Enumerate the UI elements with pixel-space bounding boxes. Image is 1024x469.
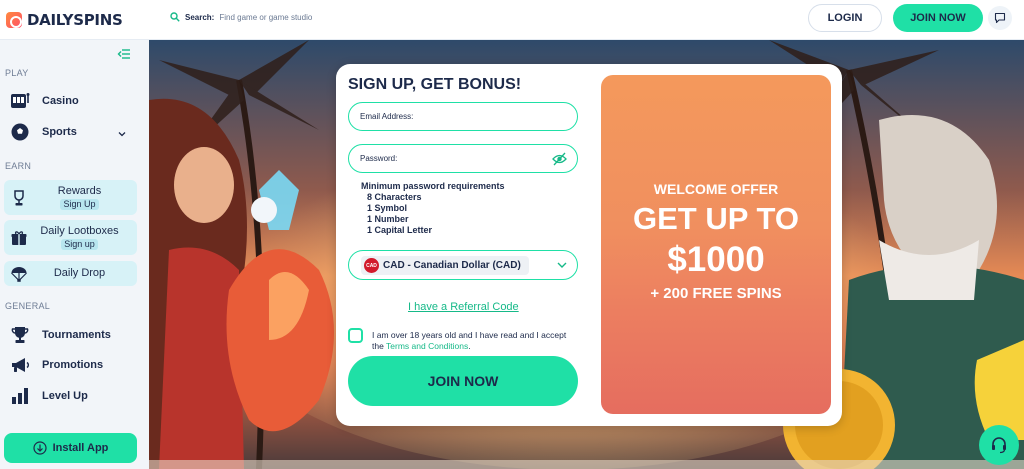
sidebar-item-tournaments[interactable]: Tournaments	[10, 325, 111, 345]
download-icon	[32, 441, 47, 455]
requirements-title: Minimum password requirements	[361, 181, 505, 191]
section-label-play: PLAY	[5, 68, 29, 78]
requirement-item: 8 Characters	[367, 192, 422, 202]
submit-join-button[interactable]: JOIN NOW	[348, 356, 578, 406]
sidebar-item-casino[interactable]: Casino	[10, 91, 79, 111]
currency-selected-value: CAD CAD - Canadian Dollar (CAD)	[361, 256, 529, 275]
sign-up-badge: Sign Up	[60, 198, 99, 210]
sidebar-item-label: Sports	[42, 126, 77, 138]
sidebar-item-rewards[interactable]: Rewards Sign Up	[4, 180, 137, 215]
top-header: DAILYSPINS Search: Find game or game stu…	[0, 0, 1024, 40]
brand-name: DAILYSPINS	[27, 11, 123, 29]
login-button[interactable]: LOGIN	[808, 4, 882, 32]
promo-headline: GET UP TO	[633, 201, 799, 236]
email-field-label: Email Address:	[360, 112, 414, 121]
sign-up-badge: Sign up	[61, 238, 98, 250]
collapse-sidebar-icon[interactable]	[117, 47, 131, 61]
brand-logo[interactable]: DAILYSPINS	[6, 11, 123, 29]
sidebar: PLAY Casino Sports EARN Rewards Sign Up	[0, 40, 149, 469]
install-app-label: Install App	[52, 442, 109, 454]
section-label-general: GENERAL	[5, 301, 51, 311]
chevron-down-icon[interactable]	[118, 130, 126, 138]
sidebar-item-label: Casino	[42, 95, 79, 107]
sidebar-item-label: Rewards	[57, 184, 102, 197]
soccer-ball-icon	[11, 123, 29, 141]
support-chat-button[interactable]	[979, 425, 1019, 465]
section-label-earn: EARN	[5, 161, 32, 171]
currency-select[interactable]: CAD CAD - Canadian Dollar (CAD)	[348, 250, 578, 280]
trophy-icon	[14, 189, 24, 205]
password-field[interactable]: Password:	[348, 144, 578, 173]
signup-card: SIGN UP, GET BONUS! Email Address: Passw…	[336, 64, 842, 426]
gift-box-icon	[11, 230, 27, 245]
referral-code-link[interactable]: I have a Referral Code	[408, 301, 519, 313]
promo-free-spins: + 200 FREE SPINS	[650, 285, 782, 302]
chevron-down-icon	[557, 262, 567, 268]
sidebar-item-label: Promotions	[42, 359, 104, 371]
sidebar-item-sports[interactable]: Sports	[10, 122, 77, 142]
logo-icon	[6, 12, 22, 28]
sidebar-item-label: Daily Lootboxes	[40, 224, 119, 237]
chat-icon	[994, 12, 1006, 24]
eye-slash-icon[interactable]	[552, 152, 567, 166]
sidebar-item-label: Daily Drop	[53, 267, 106, 279]
sidebar-item-daily-lootboxes[interactable]: Daily Lootboxes Sign up	[4, 220, 137, 255]
password-field-label: Password:	[360, 154, 398, 163]
search-label: Search:	[185, 12, 215, 22]
terms-suffix: .	[468, 341, 471, 351]
terms-text: I am over 18 years old and I have read a…	[372, 330, 572, 352]
sidebar-item-level-up[interactable]: Level Up	[10, 386, 88, 406]
sidebar-item-label: Level Up	[42, 390, 88, 402]
requirement-item: 1 Capital Letter	[367, 225, 433, 235]
requirement-item: 1 Symbol	[367, 203, 408, 213]
sidebar-item-label: Tournaments	[42, 329, 111, 341]
email-field[interactable]: Email Address:	[348, 102, 578, 131]
bar-chart-icon	[12, 388, 28, 404]
chat-button[interactable]	[988, 6, 1012, 30]
hero-banner: SIGN UP, GET BONUS! Email Address: Passw…	[149, 40, 1024, 469]
sidebar-item-promotions[interactable]: Promotions	[10, 355, 103, 375]
terms-link[interactable]: Terms and Conditions	[386, 341, 468, 351]
install-app-button[interactable]: Install App	[4, 433, 137, 463]
slot-machine-icon	[11, 93, 30, 108]
canada-flag-icon: CAD	[364, 258, 379, 273]
join-now-button[interactable]: JOIN NOW	[893, 4, 983, 32]
promo-amount: $1000	[667, 240, 765, 279]
headset-icon	[992, 437, 1006, 454]
welcome-offer-panel: WELCOME OFFER GET UP TO $1000 + 200 FREE…	[601, 75, 831, 414]
search-input[interactable]: Find game or game studio	[219, 13, 312, 22]
password-requirements: Minimum password requirements 8 Characte…	[361, 181, 505, 236]
requirement-item: 1 Number	[367, 214, 409, 224]
currency-label: CAD - Canadian Dollar (CAD)	[383, 260, 521, 271]
search-icon	[170, 12, 180, 22]
terms-checkbox[interactable]	[348, 328, 363, 343]
trophy-icon	[11, 327, 29, 343]
signup-title: SIGN UP, GET BONUS!	[348, 76, 522, 93]
sidebar-item-daily-drop[interactable]: Daily Drop	[4, 261, 137, 286]
promo-heading: WELCOME OFFER	[653, 181, 779, 197]
megaphone-icon	[12, 358, 29, 372]
search-bar[interactable]: Search: Find game or game studio	[170, 12, 312, 22]
parachute-icon	[11, 266, 27, 282]
